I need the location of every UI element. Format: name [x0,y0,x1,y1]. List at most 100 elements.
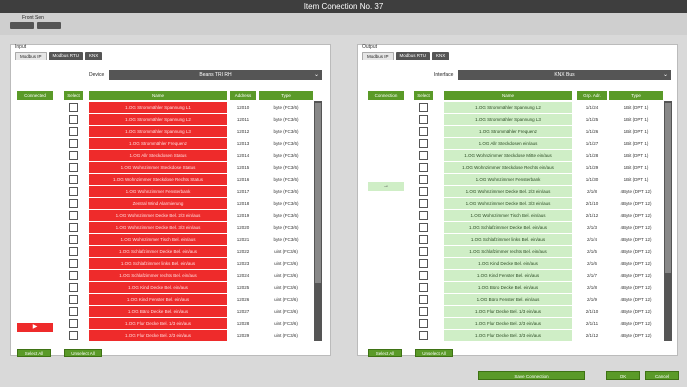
row-select-checkbox[interactable] [69,187,78,196]
table-row-name[interactable]: 1.OG Allr Steckdosen ein/aus [444,138,572,149]
row-select-checkbox[interactable] [419,115,428,124]
table-row-name[interactable]: 1.OG Büro Fenster Bel. ein/aus [444,294,572,305]
table-row-name[interactable]: 1.OG Schlafzimmer links Bel. ein/aus [444,234,572,245]
row-select-checkbox[interactable] [69,163,78,172]
input-unselect-all-button[interactable]: Unselect All [64,349,102,357]
output-unselect-all-button[interactable]: Unselect All [415,349,453,357]
table-row-name[interactable]: 1.OG Wohnzimmer Decke Bel. 2/3 ein/aus [89,210,227,221]
table-row-name[interactable]: 1.OG Flur Decke Bel. 1/3 ein/aus [89,318,227,329]
output-scrollbar-thumb[interactable] [665,103,671,273]
table-row-name[interactable]: 1.OG Wohnzimmer Decke Bel. 3/3 ein/aus [89,222,227,233]
row-select-checkbox[interactable] [69,115,78,124]
row-select-checkbox[interactable] [69,271,78,280]
row-select-checkbox[interactable] [419,139,428,148]
row-select-checkbox[interactable] [419,331,428,340]
row-select-checkbox[interactable] [419,247,428,256]
table-row-name[interactable]: 1.OG Wohnzimmer Decke Bel. 2/3 ein/aus [444,186,572,197]
table-row-name[interactable]: 1.OG Wohnzimmer Steckdose Rechts Status [89,174,227,185]
row-select-checkbox[interactable] [419,127,428,136]
interface-select[interactable]: KNX Bus ⌄ [458,70,671,80]
row-select-checkbox[interactable] [69,295,78,304]
table-row-name[interactable]: 1.OG Flur Decke Bel. 2/3 ein/aus [89,330,227,341]
table-row-name[interactable]: 1.OG Wohnzimmer Steckdose Mitte ein/aus [444,150,572,161]
row-select-checkbox[interactable] [419,163,428,172]
row-select-checkbox[interactable] [419,151,428,160]
table-row-name[interactable]: 1.OG Strommähler Spannung L3 [444,114,572,125]
row-select-checkbox[interactable] [69,331,78,340]
row-select-checkbox[interactable] [69,139,78,148]
row-select-checkbox[interactable] [69,199,78,208]
table-row-name[interactable]: 1.OG Kind Fenster Bel. ein/aus [89,294,227,305]
row-select-checkbox[interactable] [419,283,428,292]
row-select-checkbox[interactable] [69,235,78,244]
tab-input-modbus-rtu[interactable]: Modbus RTU [48,52,83,60]
row-select-checkbox[interactable] [69,175,78,184]
table-row-name[interactable]: 1.OG Wohnzimmer Tisch Bel. ein/aus [89,234,227,245]
row-select-checkbox[interactable] [69,283,78,292]
tab-output-modbus-ip[interactable]: Modbus IP [362,52,394,60]
table-row-name[interactable]: 1.OG Strommähler Spannung L3 [89,126,227,137]
table-row-name[interactable]: 1.OG Wohnzimmer Fensterbank [444,174,572,185]
table-row-name[interactable]: 1.OG Büro Decke Bel. ein/aus [444,282,572,293]
row-select-checkbox[interactable] [69,259,78,268]
row-select-checkbox[interactable] [419,103,428,112]
row-select-checkbox[interactable] [419,223,428,232]
table-row-name[interactable]: Zentral Wind Alarmierung [89,198,227,209]
ok-button[interactable]: OK [606,371,640,380]
table-row-name[interactable]: 1.OG Bäro Decke Bel. ein/aus [89,306,227,317]
input-select-all-button[interactable]: Select All [17,349,51,357]
tab-output-modbus-rtu[interactable]: Modbus RTU [395,52,430,60]
table-row-name[interactable]: 1.OG Allr Steckdosen Status [89,150,227,161]
row-select-checkbox[interactable] [419,271,428,280]
table-row-name[interactable]: 1.OG Flur Decke Bel. 3/3 ein/aus [444,330,572,341]
tab-output-knx[interactable]: KNX [431,52,450,60]
table-row-name[interactable]: 1.OG Wohnzimmer Steckdose Status [89,162,227,173]
output-scrollbar[interactable] [664,101,672,341]
table-row-name[interactable]: 1.OG Flur Decke Bel. 2/3 ein/aus [444,318,572,329]
row-select-checkbox[interactable] [69,319,78,328]
connection-marker-red[interactable]: ▶ [17,323,53,332]
row-select-checkbox[interactable] [419,211,428,220]
tab-input-knx[interactable]: KNX [84,52,103,60]
row-select-checkbox[interactable] [419,187,428,196]
device-select[interactable]: Beans TRI RH ⌄ [109,70,322,80]
row-select-checkbox[interactable] [419,295,428,304]
table-row-name[interactable]: 1.OG Kind Fenster Bel. ein/aus [444,270,572,281]
table-row-name[interactable]: 1.OG Flur Decke Bel. 1/3 ein/aus [444,306,572,317]
cancel-button[interactable]: Cancel [645,371,679,380]
input-scrollbar[interactable] [314,101,322,341]
row-select-checkbox[interactable] [419,199,428,208]
table-row-name[interactable]: 1.OG Wohnzimmer Steckdose Rechts ein/aus [444,162,572,173]
top-tab-button-1[interactable] [10,22,34,29]
table-row-name[interactable]: 1.OG Wohnzimmer Fensterbank [89,186,227,197]
row-select-checkbox[interactable] [69,103,78,112]
row-select-checkbox[interactable] [419,175,428,184]
output-select-all-button[interactable]: Select All [368,349,402,357]
table-row-name[interactable]: 1.OG Strommähler Spannung L1 [89,102,227,113]
save-connection-button[interactable]: Save Connection [478,371,585,380]
row-select-checkbox[interactable] [419,319,428,328]
table-row-name[interactable]: 1.OG Schlafzimmer links Bel. ein/aus [89,258,227,269]
row-select-checkbox[interactable] [69,211,78,220]
row-select-checkbox[interactable] [419,307,428,316]
table-row-name[interactable]: 1.OG Schlafzimmer rechts Bel. ein/aus [89,270,227,281]
row-select-checkbox[interactable] [69,307,78,316]
top-tab-button-2[interactable] [37,22,61,29]
table-row-name[interactable]: 1.OG Wohnzimmer Decke Bel. 3/3 ein/aus [444,198,572,209]
table-row-name[interactable]: 1.OG Strommähler Spannung L2 [444,102,572,113]
input-scrollbar-thumb[interactable] [315,103,321,283]
table-row-name[interactable]: 1.OG Schlafzimmer Decke Bel. ein/aus [444,222,572,233]
table-row-name[interactable]: 1.OG Kind Decke Bel. ein/aus [89,282,227,293]
row-select-checkbox[interactable] [69,151,78,160]
row-select-checkbox[interactable] [69,223,78,232]
table-row-name[interactable]: 1.OG Strommähler Frequenz [444,126,572,137]
table-row-name[interactable]: 1.OG Strommähler Frequenz [89,138,227,149]
table-row-name[interactable]: 1.OG Wohnzimmer Tisch Bel. ein/aus [444,210,572,221]
table-row-name[interactable]: 1.OG Schlafzimmer Decke Bel. ein/aus [89,246,227,257]
row-select-checkbox[interactable] [69,127,78,136]
tab-input-modbus-ip[interactable]: Modbus IP [15,52,47,60]
table-row-name[interactable]: 1.OG Kind Decke Bel. ein/aus [444,258,572,269]
table-row-name[interactable]: 1.OG Strommähler Spannung L2 [89,114,227,125]
connection-marker-arrow[interactable]: → [368,182,404,191]
row-select-checkbox[interactable] [419,235,428,244]
